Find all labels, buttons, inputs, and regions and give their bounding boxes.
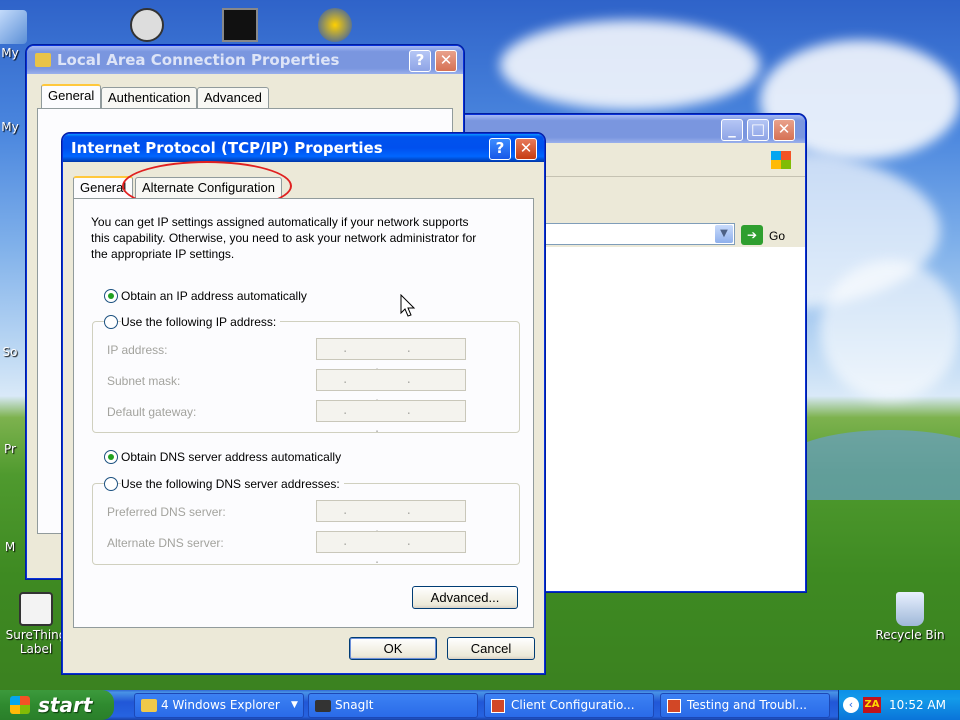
- taskbar-item-explorer[interactable]: 4 Windows Explorer ▼: [134, 693, 304, 718]
- tcpip-panel: You can get IP settings assigned automat…: [73, 198, 534, 628]
- cancel-button[interactable]: Cancel: [447, 637, 535, 660]
- obtain-ip-label[interactable]: Obtain an IP address automatically: [121, 289, 307, 303]
- taskbar-item-label: 4 Windows Explorer: [161, 698, 280, 712]
- recycle-bin-icon: [896, 592, 924, 626]
- start-button[interactable]: start: [0, 690, 114, 720]
- inknote-icon[interactable]: [222, 8, 258, 42]
- tab-authentication[interactable]: Authentication: [101, 87, 198, 109]
- intro-line-3: the appropriate IP settings.: [91, 247, 235, 261]
- chevron-down-icon: ▼: [291, 700, 298, 710]
- start-label: start: [38, 693, 93, 717]
- desktop-icon-recycle-bin[interactable]: Recycle Bin: [874, 592, 946, 642]
- taskbar-item-snagit[interactable]: SnagIt: [308, 693, 478, 718]
- use-dns-label[interactable]: Use the following DNS server addresses:: [121, 477, 344, 491]
- go-button[interactable]: Go: [769, 229, 785, 243]
- tcpip-title-bar[interactable]: Internet Protocol (TCP/IP) Properties: [63, 134, 544, 162]
- mouse-cursor-icon: [400, 294, 416, 317]
- camera-icon: [315, 700, 331, 712]
- preferred-dns-field[interactable]: . . .: [316, 500, 466, 535]
- taskbar-item-testing[interactable]: Testing and Troubl...: [660, 693, 830, 718]
- use-ip-label[interactable]: Use the following IP address:: [121, 315, 281, 329]
- use-dns-radio[interactable]: [104, 477, 118, 491]
- chevron-down-icon[interactable]: ▼: [715, 225, 733, 243]
- tcpip-title: Internet Protocol (TCP/IP) Properties: [71, 139, 383, 157]
- powerpoint-icon: [491, 699, 505, 713]
- close-button[interactable]: ✕: [515, 138, 537, 160]
- surething-icon: [19, 592, 53, 626]
- powerpoint-icon: [667, 699, 681, 713]
- subnet-mask-field[interactable]: . . .: [316, 369, 466, 404]
- close-button[interactable]: ✕: [773, 119, 795, 141]
- desktop-icon-surething[interactable]: SureThing Label: [4, 592, 68, 656]
- taskbar-item-label: Testing and Troubl...: [687, 698, 807, 712]
- intro-line-1: You can get IP settings assigned automat…: [91, 215, 469, 229]
- obtain-dns-label[interactable]: Obtain DNS server address automatically: [121, 450, 341, 464]
- desktop-icon-label: My: [1, 46, 19, 60]
- windows-logo-icon: [771, 151, 791, 169]
- zonealarm-icon[interactable]: ZA: [863, 697, 881, 713]
- intro-line-2: this capability. Otherwise, you need to …: [91, 231, 477, 245]
- ok-button[interactable]: OK: [349, 637, 437, 660]
- alternate-dns-field[interactable]: . . .: [316, 531, 466, 566]
- tcpip-dialog[interactable]: Internet Protocol (TCP/IP) Properties ? …: [62, 133, 545, 674]
- desktop-icon-label: Recycle Bin: [875, 628, 945, 642]
- maximize-button[interactable]: □: [747, 119, 769, 141]
- close-button[interactable]: ✕: [435, 50, 457, 72]
- ip-address-field[interactable]: . . .: [316, 338, 466, 373]
- obtain-ip-radio[interactable]: [104, 289, 118, 303]
- lac-title: Local Area Connection Properties: [57, 51, 340, 69]
- tab-general[interactable]: General: [41, 84, 102, 108]
- desktop-icon-label: My: [1, 120, 19, 134]
- desktop-icon-label: So: [2, 345, 18, 359]
- minimize-button[interactable]: _: [721, 119, 743, 141]
- folder-icon: [141, 699, 157, 712]
- network-icon: [35, 53, 51, 67]
- system-tray: ‹ ZA 10:52 AM: [838, 690, 960, 720]
- tray-expand-icon[interactable]: ‹: [843, 697, 859, 713]
- taskbar-item-label: Client Configuratio...: [511, 698, 635, 712]
- go-arrow-icon[interactable]: ➔: [741, 225, 763, 245]
- my-computer-icon: [0, 10, 27, 44]
- taskbar: start 4 Windows Explorer ▼ SnagIt Client…: [0, 690, 960, 720]
- tab-advanced[interactable]: Advanced: [197, 87, 269, 109]
- ip-address-label: IP address:: [107, 343, 168, 357]
- obtain-dns-radio[interactable]: [104, 450, 118, 464]
- taskbar-item-client-config[interactable]: Client Configuratio...: [484, 693, 654, 718]
- advanced-button[interactable]: Advanced...: [412, 586, 518, 609]
- clock[interactable]: 10:52 AM: [889, 690, 946, 720]
- help-button[interactable]: ?: [409, 50, 431, 72]
- desktop-icon-label: Pr: [4, 442, 16, 456]
- default-gateway-field[interactable]: . . .: [316, 400, 466, 435]
- globe-icon[interactable]: [318, 8, 352, 42]
- windows-flag-icon: [10, 696, 30, 714]
- default-gateway-label: Default gateway:: [107, 405, 197, 419]
- taskbar-item-label: SnagIt: [335, 698, 374, 712]
- alternate-dns-label: Alternate DNS server:: [107, 536, 224, 550]
- app-icon[interactable]: [130, 8, 164, 42]
- help-button[interactable]: ?: [489, 138, 511, 160]
- desktop-icon-label: SureThing Label: [5, 628, 67, 656]
- lac-title-bar[interactable]: Local Area Connection Properties: [27, 46, 463, 74]
- use-ip-radio[interactable]: [104, 315, 118, 329]
- subnet-mask-label: Subnet mask:: [107, 374, 181, 388]
- preferred-dns-label: Preferred DNS server:: [107, 505, 226, 519]
- desktop-icon-label: M: [4, 540, 16, 554]
